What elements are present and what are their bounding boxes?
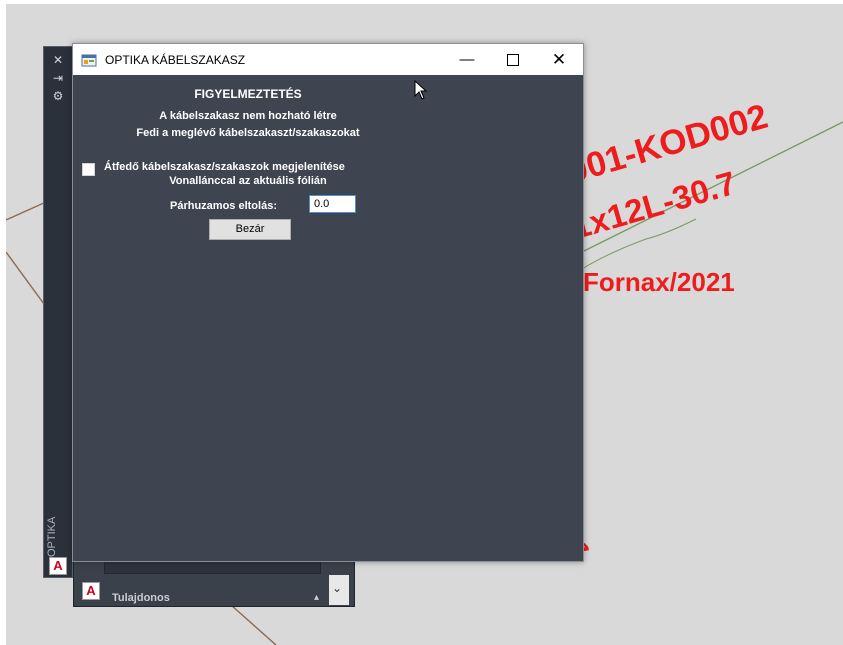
warning-message-line1: A kábelszakasz nem hozható létre — [159, 110, 337, 122]
cad-line — [230, 604, 277, 645]
title-bar[interactable]: OPTIKA KÁBELSZAKASZ — ✕ — [73, 44, 583, 75]
minimize-button[interactable]: — — [444, 44, 490, 75]
warning-title: FIGYELMEZTETÉS — [194, 87, 302, 101]
close-button[interactable]: ✕ — [536, 44, 582, 75]
app-icon — [81, 54, 97, 67]
cad-label: Fornax/2021 — [583, 267, 735, 297]
offset-label: Párhuzamos eltolás: — [170, 200, 277, 212]
warning-message-line2: Fedi a meglévő kábelszakaszt/szakaszokat — [136, 127, 360, 139]
dropdown-marker-icon: ▴ — [314, 592, 320, 603]
window-title: OPTIKA KÁBELSZAKASZ — [105, 53, 246, 67]
chevron-down-icon: ⌄ — [332, 581, 343, 595]
maximize-button[interactable] — [490, 44, 536, 75]
autocad-logo-icon: A — [82, 582, 100, 600]
settings-icon[interactable]: ⚙ — [50, 89, 66, 103]
maximize-icon — [507, 54, 519, 67]
cad-line — [6, 201, 47, 221]
properties-label: Tulajdonos — [112, 592, 170, 604]
close-dialog-button[interactable]: Bezár — [209, 219, 291, 240]
cad-line — [6, 251, 45, 305]
close-icon[interactable]: ✕ — [50, 53, 66, 67]
scroll-button[interactable]: ⌄ — [329, 575, 349, 605]
autocad-logo-icon: A — [49, 557, 67, 575]
mouse-cursor-icon — [414, 80, 428, 100]
checkbox-label-line1: Átfedő kábelszakasz/szakaszok megjelenít… — [104, 161, 345, 173]
checkbox-label-line2: Vonallánccal az aktuális fólián — [169, 175, 327, 187]
offset-input[interactable]: 0.0 — [309, 195, 356, 213]
cable-section-dialog: OPTIKA KÁBELSZAKASZ — ✕ FIGYELMEZTETÉS A… — [72, 43, 584, 562]
optika-palette: ✕ ⇥ ⚙ OPTIKA A — [43, 46, 73, 578]
pin-icon[interactable]: ⇥ — [50, 71, 66, 85]
